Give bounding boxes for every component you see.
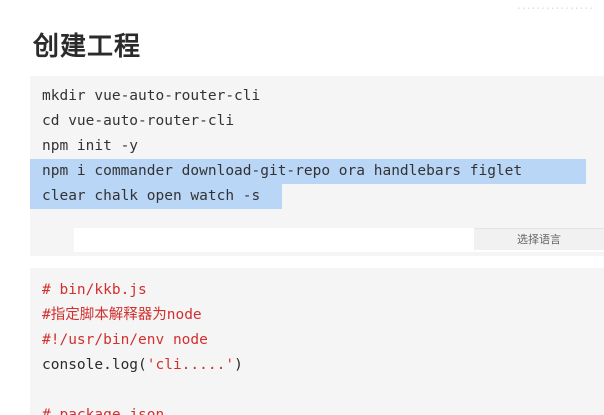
code-line-selected: clear chalk open watch -s [30, 184, 282, 209]
language-bar: 选择语言 [74, 228, 604, 252]
language-select[interactable]: 选择语言 [474, 228, 604, 250]
code-line: npm init -y [42, 138, 139, 154]
code-lines: mkdir vue-auto-router-cli cd vue-auto-ro… [30, 84, 604, 209]
code-block-shell[interactable]: mkdir vue-auto-router-cli cd vue-auto-ro… [30, 76, 604, 256]
watermark: ................ [516, 0, 594, 12]
code-comment: #!/usr/bin/env node [42, 332, 208, 348]
page: ................ 创建工程 mkdir vue-auto-rou… [0, 0, 604, 415]
code-line: mkdir vue-auto-router-cli [42, 88, 261, 104]
code-line-selected: npm i commander download-git-repo ora ha… [30, 159, 586, 184]
code-token: console.log( [42, 357, 147, 373]
code-line: cd vue-auto-router-cli [42, 113, 235, 129]
code-block-js[interactable]: # bin/kkb.js #指定脚本解释器为node #!/usr/bin/en… [30, 268, 604, 415]
code-comment: # package.json [42, 407, 165, 415]
page-title: 创建工程 [33, 32, 142, 62]
code-line-console: console.log('cli.....') [30, 353, 604, 378]
code-comment: #指定脚本解释器为node [42, 307, 202, 323]
code-token: ) [234, 357, 243, 373]
code-lines: # bin/kkb.js #指定脚本解释器为node #!/usr/bin/en… [30, 278, 604, 415]
code-comment: # bin/kkb.js [42, 282, 147, 298]
code-string: 'cli.....' [146, 357, 235, 373]
